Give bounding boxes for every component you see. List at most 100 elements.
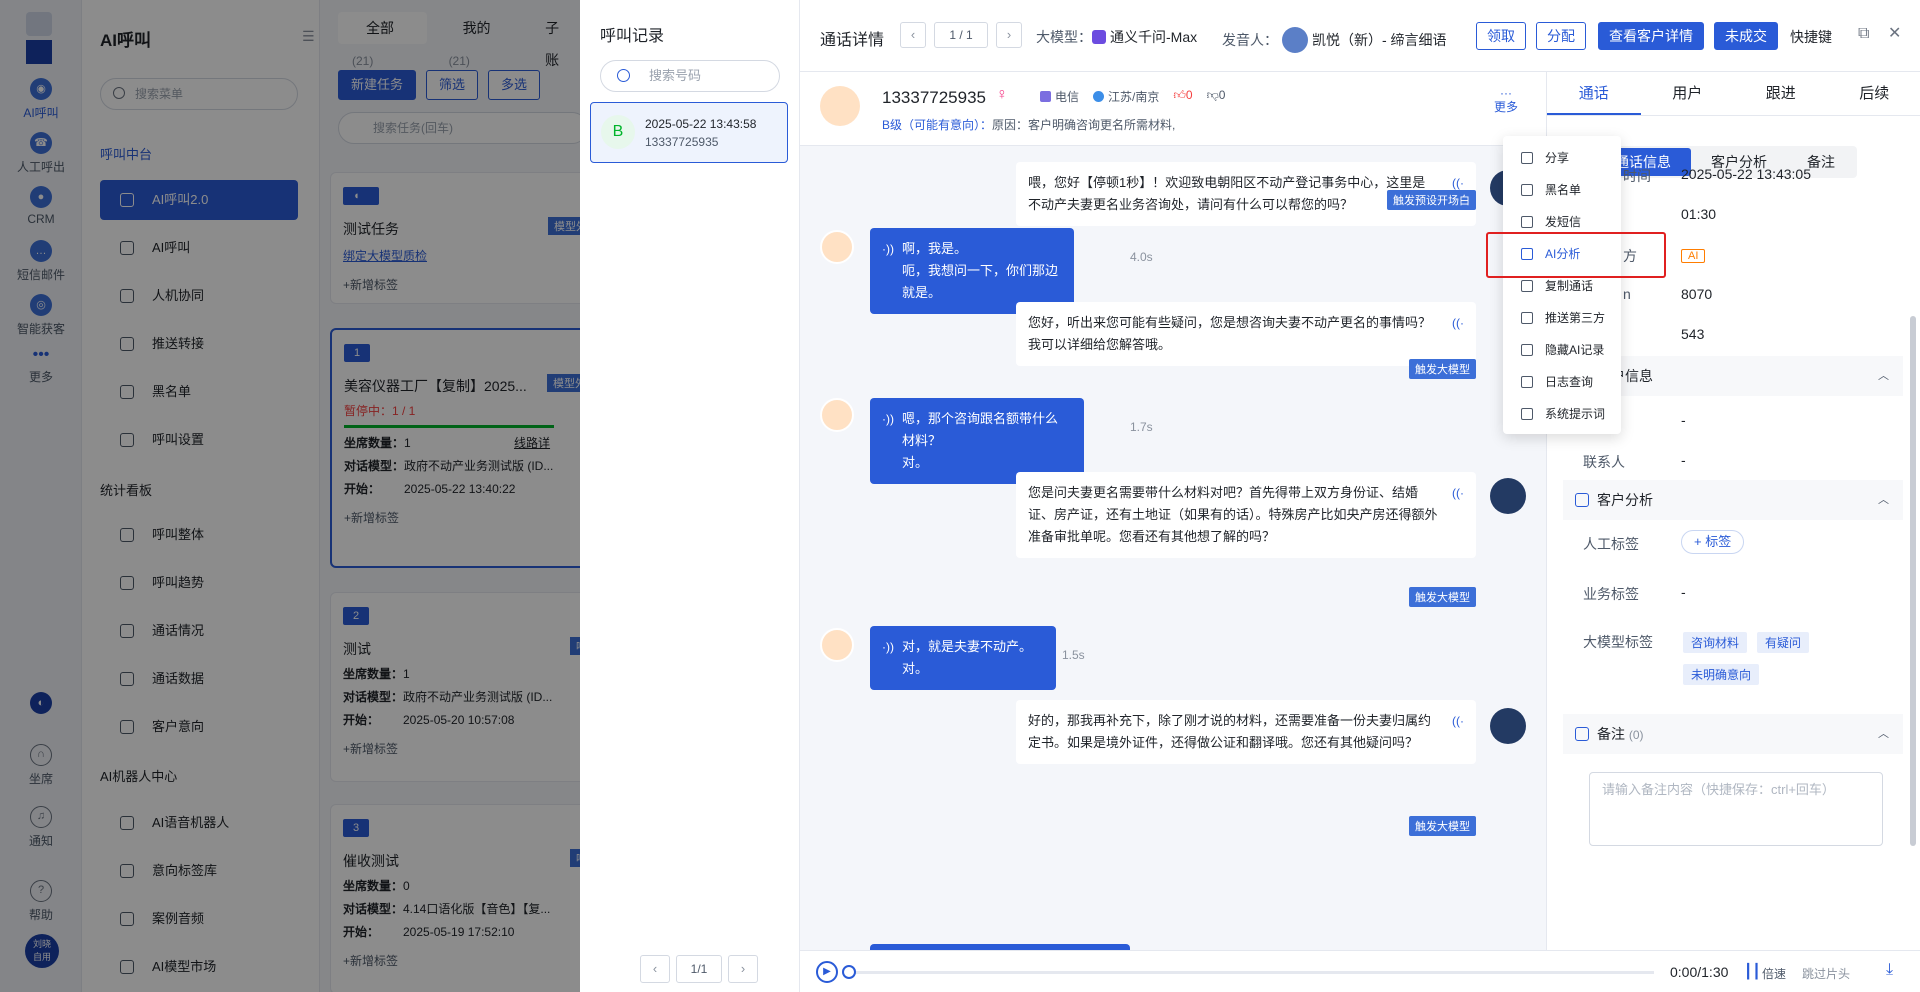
menu-item-share[interactable]: 分享 — [1503, 142, 1621, 174]
detail-title: 通话详情 — [820, 32, 885, 49]
copy-icon — [1521, 280, 1533, 292]
customer-meta: 电信 江苏/南京 👍︎0 👎︎0 — [1040, 88, 1225, 105]
claim-button[interactable]: 领取 — [1476, 22, 1526, 50]
menu-item-hide-ai-record[interactable]: 隐藏AI记录 — [1503, 334, 1621, 366]
eye-icon — [1521, 408, 1533, 420]
tag-icon — [1575, 493, 1589, 507]
remark-section[interactable]: 备注 (0) ︿ — [1563, 714, 1903, 754]
panel-scrollbar[interactable] — [1910, 316, 1916, 846]
carrier: 电信 — [1040, 88, 1079, 105]
customer-level: B级（可能有意向）：原因：客户明确咨询更名所需材料, — [882, 118, 1176, 132]
sound-icon: ((· — [1452, 486, 1464, 500]
more-button[interactable]: ··· 更多 — [1494, 86, 1518, 114]
robot-message[interactable]: 您好，听出来您可能有些疑问，您是想咨询夫妻不动产更名的事情吗？我可以详细给您解答… — [1016, 302, 1476, 366]
tab-follow[interactable]: 跟进 — [1734, 72, 1828, 115]
next-call-button[interactable]: › — [996, 22, 1022, 48]
prev-page-button[interactable]: ‹ — [640, 955, 670, 983]
carrier-icon — [1040, 91, 1051, 102]
skip-intro-toggle[interactable]: 跳过片头 — [1802, 965, 1850, 982]
download-icon[interactable]: ⤓ — [1886, 961, 1893, 979]
message-duration: 4.0s — [1130, 250, 1153, 264]
customer-message[interactable]: ·)) 对，就是夫妻不动产。 对。 — [870, 626, 1056, 690]
chevron-up-icon: ︿ — [1878, 494, 1889, 506]
customer-avatar — [820, 230, 854, 264]
prev-call-button[interactable]: ‹ — [900, 22, 926, 48]
sound-icon: ·)) — [882, 412, 894, 426]
ai-badge: AI — [1681, 249, 1706, 263]
sms-icon — [1521, 216, 1533, 228]
model-icon — [1092, 30, 1106, 44]
tab-user[interactable]: 用户 — [1641, 72, 1735, 115]
not-closed-button[interactable]: 未成交 — [1714, 22, 1778, 50]
robot-message[interactable]: 好的，那我再补充下，除了刚才说的材料，还需要准备一份夫妻归属约定书。如果是境外证… — [1016, 700, 1476, 764]
level-badge: B — [601, 115, 635, 149]
menu-item-log-query[interactable]: 日志查询 — [1503, 366, 1621, 398]
call-records-panel: 呼叫记录 搜索号码 B 2025-05-22 13:43:58 13337725… — [580, 0, 800, 992]
call-record-item[interactable]: B 2025-05-22 13:43:58 13337725935 — [590, 102, 788, 163]
next-page-button[interactable]: › — [728, 955, 758, 983]
call-time-row: 时间 2025-05-22 13:43:05 — [1623, 166, 1811, 184]
more-menu: 分享 黑名单 发短信 AI分析 复制通话 推送第三方 隐藏AI记录 日志查询 系… — [1503, 136, 1621, 434]
warning-icon — [1521, 184, 1533, 196]
menu-item-blacklist[interactable]: 黑名单 — [1503, 174, 1621, 206]
page-indicator: 1/1 — [676, 955, 722, 983]
highlight-box — [1486, 232, 1666, 278]
call-detail-panel: 通话详情 ‹ 1 / 1 › 大模型： 通义千问-Max 发音人： 凯悦（新）- 缔… — [800, 0, 1920, 992]
info-tabs: 通话 用户 跟进 后续 — [1547, 72, 1920, 116]
customer-analysis-section[interactable]: 客户分析 ︿ — [1563, 480, 1903, 520]
like-count[interactable]: 👍︎0 — [1173, 88, 1192, 105]
llm-tag: 有疑问 — [1757, 632, 1810, 653]
tab-call[interactable]: 通话 — [1547, 72, 1641, 115]
llm-tag: 咨询材料 — [1683, 632, 1748, 653]
log-icon — [1521, 376, 1533, 388]
note-icon — [1575, 727, 1589, 741]
remark-input[interactable]: 请输入备注内容（快捷保存：ctrl+回车） — [1589, 772, 1883, 846]
customer-bar: 13337725935 ♀ 电信 江苏/南京 👍︎0 👎︎0 B级（可能有意向）… — [800, 72, 1546, 146]
thumbs-down-icon: 👎︎ — [1206, 88, 1219, 102]
message-duration: 1.5s — [1062, 648, 1085, 662]
sound-icon: ((· — [1452, 714, 1464, 728]
eye-icon — [1521, 344, 1533, 356]
audio-player: ▶ 0:00/1:30 ┃┃ 倍速 跳过片头 ⤓ — [800, 950, 1920, 992]
shortcut-label[interactable]: 快捷键 — [1790, 27, 1832, 47]
phone-search-input[interactable]: 搜索号码 — [600, 60, 780, 92]
tab-after[interactable]: 后续 — [1828, 72, 1920, 115]
contact-row: 联系人 - — [1583, 452, 1686, 470]
audio-progress-knob[interactable] — [842, 965, 856, 979]
thumbs-up-icon: 👍︎ — [1173, 88, 1186, 102]
region: 江苏/南京 — [1093, 88, 1159, 105]
speaker-avatar — [1282, 27, 1308, 53]
llm-tag: 未明确意向 — [1683, 664, 1760, 685]
customer-avatar — [820, 86, 860, 126]
female-icon: ♀ — [996, 86, 1008, 103]
expand-icon[interactable]: ⧉ — [1858, 26, 1874, 42]
business-tag-row: 业务标签 - — [1583, 584, 1686, 602]
sound-icon: ((· — [1452, 316, 1464, 330]
trigger-badge: 触发大模型 — [1409, 359, 1476, 379]
robot-avatar — [1490, 478, 1526, 514]
speed-button[interactable]: 倍速 — [1762, 965, 1786, 982]
play-icon[interactable]: ▶ — [816, 961, 838, 983]
sound-icon: ·)) — [882, 242, 894, 256]
message-duration: 1.7s — [1130, 420, 1153, 434]
conversation: 13337725935 ♀ 电信 江苏/南京 👍︎0 👎︎0 B级（可能有意向）… — [800, 72, 1546, 950]
add-tag-button[interactable]: + 标签 — [1681, 530, 1745, 554]
menu-item-system-prompt[interactable]: 系统提示词 — [1503, 398, 1621, 430]
robot-message[interactable]: 您是问夫妻更名需要带什么材料对吧？首先得带上双方身份证、结婚证、房产证，还有土地… — [1016, 472, 1476, 558]
robot-avatar — [1490, 708, 1526, 744]
view-customer-button[interactable]: 查看客户详情 — [1598, 22, 1704, 50]
records-pager: ‹ 1/1 › — [640, 955, 758, 983]
menu-item-push-third-party[interactable]: 推送第三方 — [1503, 302, 1621, 334]
waveform-icon[interactable]: ┃┃ — [1744, 963, 1761, 980]
modal-overlay[interactable] — [0, 0, 580, 992]
dislike-count[interactable]: 👎︎0 — [1207, 88, 1226, 105]
trigger-badge: 触发大模型 — [1409, 587, 1476, 607]
search-icon — [617, 69, 630, 82]
audio-progress-track[interactable] — [848, 971, 1654, 974]
export-icon — [1521, 312, 1533, 324]
company-row: 公司- — [1583, 412, 1686, 430]
close-icon[interactable]: ✕ — [1888, 26, 1904, 42]
sound-icon: ·)) — [882, 640, 894, 654]
assign-button[interactable]: 分配 — [1536, 22, 1586, 50]
chevron-up-icon: ︿ — [1878, 728, 1889, 740]
